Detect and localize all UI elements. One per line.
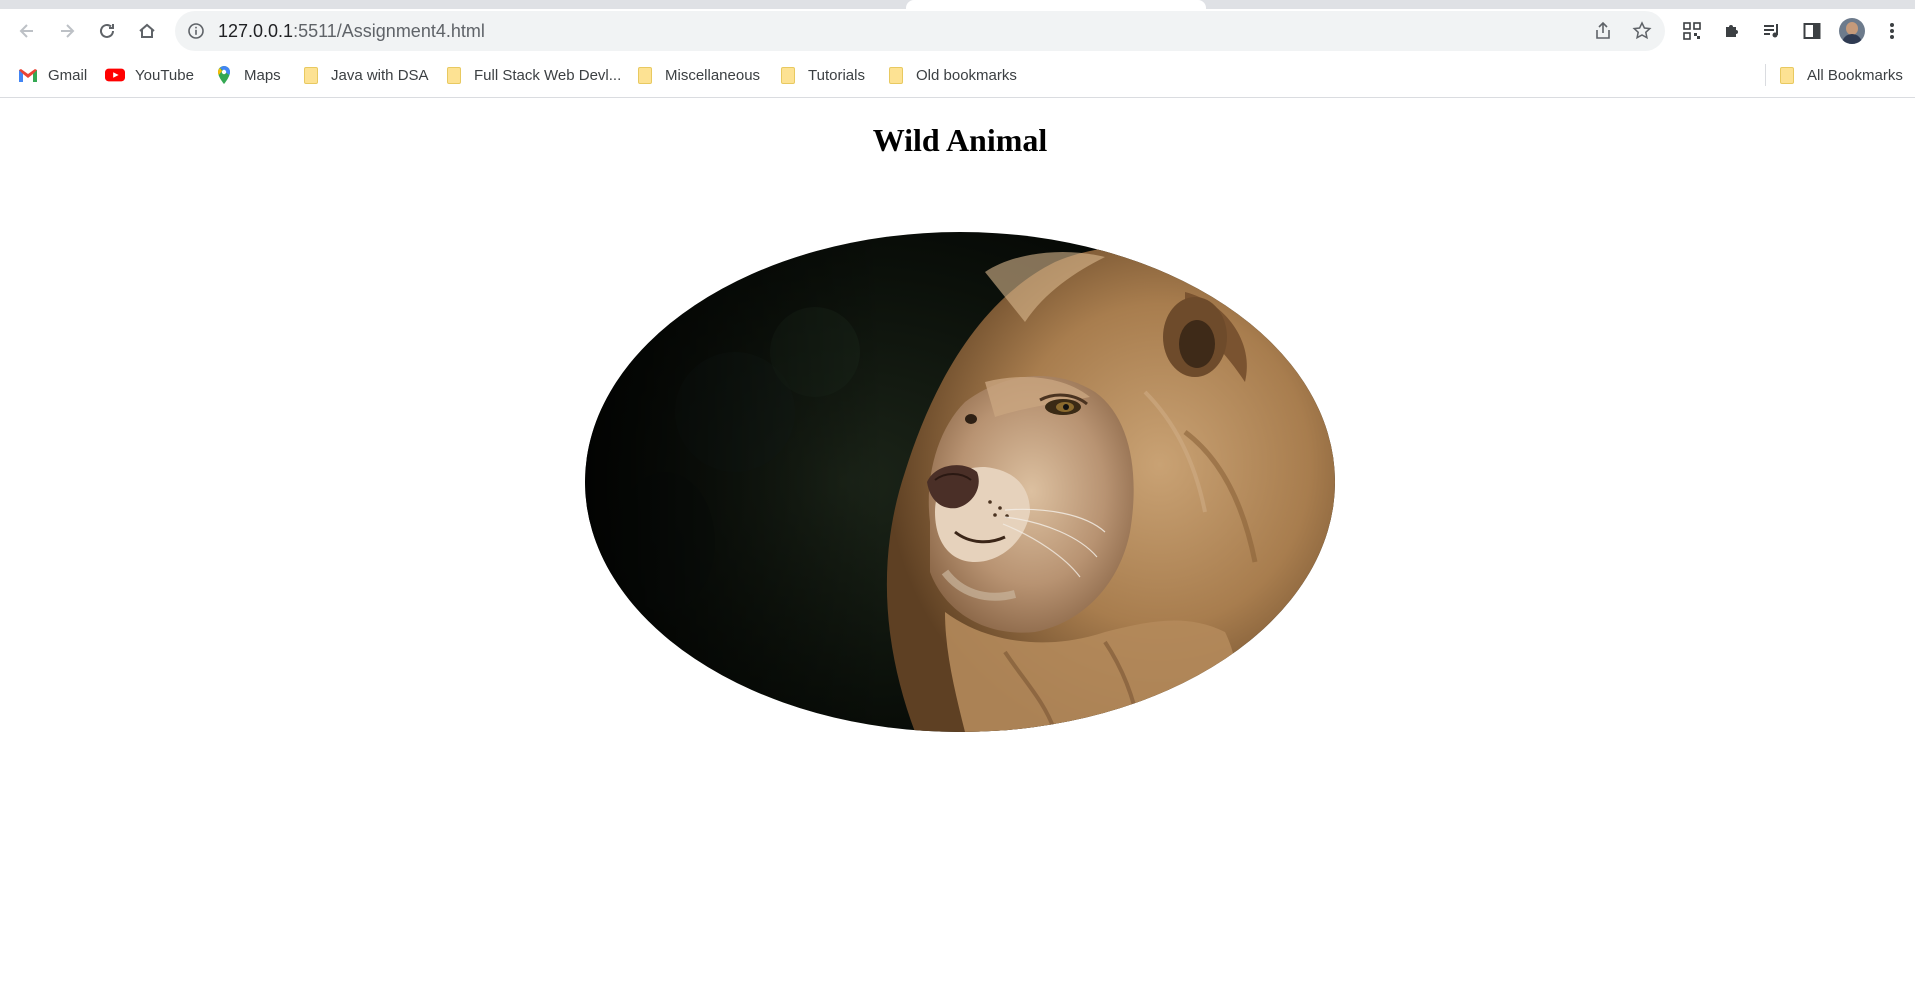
- bookmark-youtube[interactable]: YouTube: [105, 64, 194, 86]
- avatar-body: [1842, 34, 1862, 44]
- bookmarks-bar: Gmail YouTube Maps Java with DSA Full St…: [0, 53, 1915, 98]
- page-heading: Wild Animal: [872, 122, 1048, 158]
- bookmark-label: YouTube: [135, 66, 194, 84]
- tab-strip: [0, 0, 1915, 9]
- reading-list-button[interactable]: [1758, 17, 1786, 45]
- back-button[interactable]: [13, 17, 41, 45]
- qr-code-button[interactable]: [1678, 17, 1706, 45]
- bookmarks-separator: [1765, 64, 1766, 86]
- bookmark-gmail[interactable]: Gmail: [18, 64, 87, 86]
- address-bar[interactable]: 127.0.0.1:5511/Assignment4.html: [175, 11, 1665, 51]
- bookmark-label: Old bookmarks: [916, 66, 1017, 84]
- forward-button[interactable]: [53, 17, 81, 45]
- side-panel-icon: [1803, 23, 1821, 39]
- extensions-button[interactable]: [1718, 17, 1746, 45]
- home-button[interactable]: [133, 17, 161, 45]
- bookmark-maps[interactable]: Maps: [214, 64, 281, 86]
- qr-code-icon: [1683, 22, 1701, 40]
- folder-icon: [778, 65, 798, 85]
- share-icon[interactable]: [1593, 21, 1613, 41]
- bookmark-label: Maps: [244, 66, 281, 84]
- url-text[interactable]: 127.0.0.1:5511/Assignment4.html: [218, 21, 485, 42]
- bookmark-folder-java-with-dsa[interactable]: Java with DSA: [301, 64, 429, 86]
- browser-menu-button[interactable]: [1878, 17, 1906, 45]
- folder-icon: [301, 65, 321, 85]
- bookmark-folder-old-bookmarks[interactable]: Old bookmarks: [886, 64, 1017, 86]
- home-icon: [139, 23, 155, 38]
- media-queue-icon: [1764, 24, 1778, 38]
- profile-avatar[interactable]: [1839, 18, 1865, 44]
- puzzle-icon: [1726, 25, 1738, 37]
- lion-image: [585, 232, 1335, 732]
- all-bookmarks-label: All Bookmarks: [1807, 66, 1903, 84]
- all-bookmarks-button[interactable]: All Bookmarks: [1777, 64, 1903, 86]
- bookmark-label: Tutorials: [808, 66, 865, 84]
- site-info-icon[interactable]: [187, 22, 205, 40]
- folder-icon: [635, 65, 655, 85]
- reload-button[interactable]: [93, 17, 121, 45]
- bookmark-folder-full-stack[interactable]: Full Stack Web Devl...: [444, 64, 621, 86]
- side-panel-button[interactable]: [1798, 17, 1826, 45]
- kebab-menu-icon: [1890, 23, 1894, 39]
- gmail-icon: [18, 65, 38, 85]
- folder-icon: [886, 65, 906, 85]
- url-host: 127.0.0.1: [218, 21, 294, 41]
- bookmark-star-icon[interactable]: [1632, 21, 1652, 41]
- browser-toolbar: 127.0.0.1:5511/Assignment4.html: [0, 9, 1915, 53]
- reload-icon: [100, 23, 114, 38]
- bookmark-label: Miscellaneous: [665, 66, 761, 84]
- forward-arrow-icon: [61, 24, 75, 38]
- active-tab[interactable]: [906, 0, 1206, 9]
- folder-icon: [1777, 65, 1797, 85]
- bookmark-label: Java with DSA: [331, 66, 429, 84]
- folder-icon: [444, 65, 464, 85]
- page-content: Wild Animal: [0, 98, 1915, 981]
- maps-icon: [214, 65, 234, 85]
- url-path: :5511/Assignment4.html: [293, 21, 485, 41]
- youtube-icon: [105, 65, 125, 85]
- bookmark-folder-miscellaneous[interactable]: Miscellaneous: [635, 64, 760, 86]
- back-arrow-icon: [19, 24, 33, 38]
- bookmark-label: Full Stack Web Devl...: [474, 66, 622, 84]
- bookmark-folder-tutorials[interactable]: Tutorials: [778, 64, 865, 86]
- bookmark-label: Gmail: [48, 66, 88, 84]
